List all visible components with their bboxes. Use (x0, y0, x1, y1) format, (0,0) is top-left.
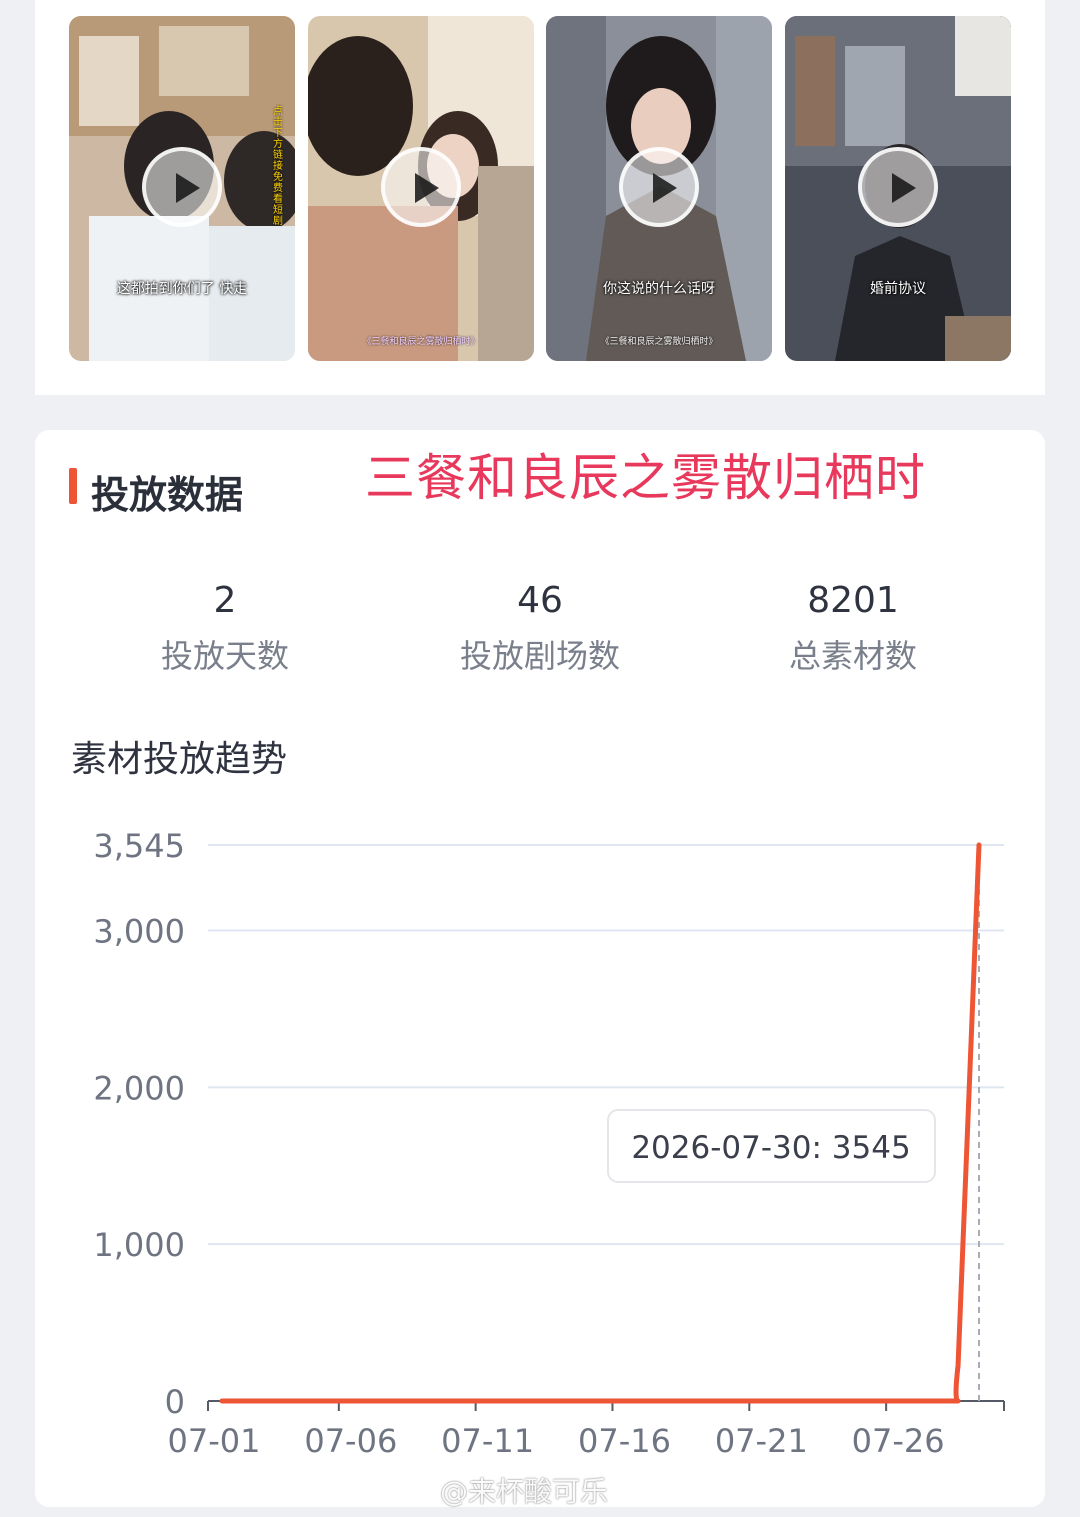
section-accent-bar (69, 468, 77, 504)
thumbnail-caption: 这都拍到你们了 快走 (116, 281, 248, 297)
chart-tooltip: 2026-07-30: 3545 (607, 1109, 936, 1183)
stat-total-materials: 8201 总素材数 (703, 580, 1003, 677)
stat-theater-count: 46 投放剧场数 (390, 580, 690, 677)
stat-value: 8201 (807, 580, 899, 621)
video-strip-card: 点击下方链接 免费看短剧 这都拍到你们了 快走 《三餐和良辰之雾散归栖时》 你这… (35, 0, 1045, 395)
y-tick-label: 3,545 (93, 827, 185, 865)
x-tick-label: 07-06 (304, 1422, 397, 1460)
thumbnail-caption: 婚前协议 (870, 281, 926, 297)
tooltip-text: 2026-07-30: 3545 (631, 1130, 910, 1166)
stat-label: 总素材数 (788, 637, 917, 675)
play-icon[interactable] (858, 147, 938, 227)
stat-label: 投放天数 (160, 637, 289, 675)
delivery-data-card: 投放数据 三餐和良辰之雾散归栖时 2 投放天数 46 投放剧场数 8201 总素… (35, 430, 1045, 1507)
stat-value: 46 (517, 580, 563, 621)
y-tick-label: 1,000 (93, 1226, 185, 1264)
y-tick-label: 3,000 (93, 912, 185, 950)
section-title: 投放数据 (91, 473, 244, 517)
video-thumbnail-3[interactable]: 你这说的什么话呀 《三餐和良辰之雾散归栖时》 (546, 16, 772, 361)
x-tick-label: 07-11 (441, 1422, 534, 1460)
thumbnail-caption: 你这说的什么话呀 (603, 281, 715, 297)
trend-chart-title: 素材投放趋势 (71, 739, 288, 780)
y-tick-label: 0 (165, 1383, 185, 1421)
thumbnail-sub-caption: 《三餐和良辰之雾散归栖时》 (362, 337, 480, 347)
play-icon[interactable] (142, 147, 222, 227)
material-trend-chart[interactable]: 0 1,000 2,000 3,000 3,545 07-01 07-06 07-11 07-1… (35, 810, 1045, 1460)
thumbnail-sub-caption: 《三餐和良辰之雾散归栖时》 (600, 337, 718, 347)
thumbnail-side-caption: 点击下方链接 免费看短剧 (273, 106, 283, 227)
watermark: @来杯酸可乐 (440, 1475, 609, 1508)
stat-value: 2 (213, 580, 237, 621)
x-tick-label: 07-16 (578, 1422, 671, 1460)
x-tick-label: 07-26 (852, 1422, 945, 1460)
video-thumbnail-4[interactable]: 婚前协议 (785, 16, 1011, 361)
x-tick-label: 07-01 (168, 1422, 261, 1460)
x-tick-label: 07-21 (715, 1422, 808, 1460)
stat-delivery-days: 2 投放天数 (75, 580, 375, 677)
video-thumbnail-2[interactable]: 《三餐和良辰之雾散归栖时》 (308, 16, 534, 361)
drama-title-overlay: 三餐和良辰之雾散归栖时 (365, 449, 926, 507)
play-icon[interactable] (619, 147, 699, 227)
stat-label: 投放剧场数 (459, 637, 620, 675)
play-icon[interactable] (381, 147, 461, 227)
y-tick-label: 2,000 (93, 1069, 185, 1107)
video-thumbnail-1[interactable]: 点击下方链接 免费看短剧 这都拍到你们了 快走 (69, 16, 295, 361)
